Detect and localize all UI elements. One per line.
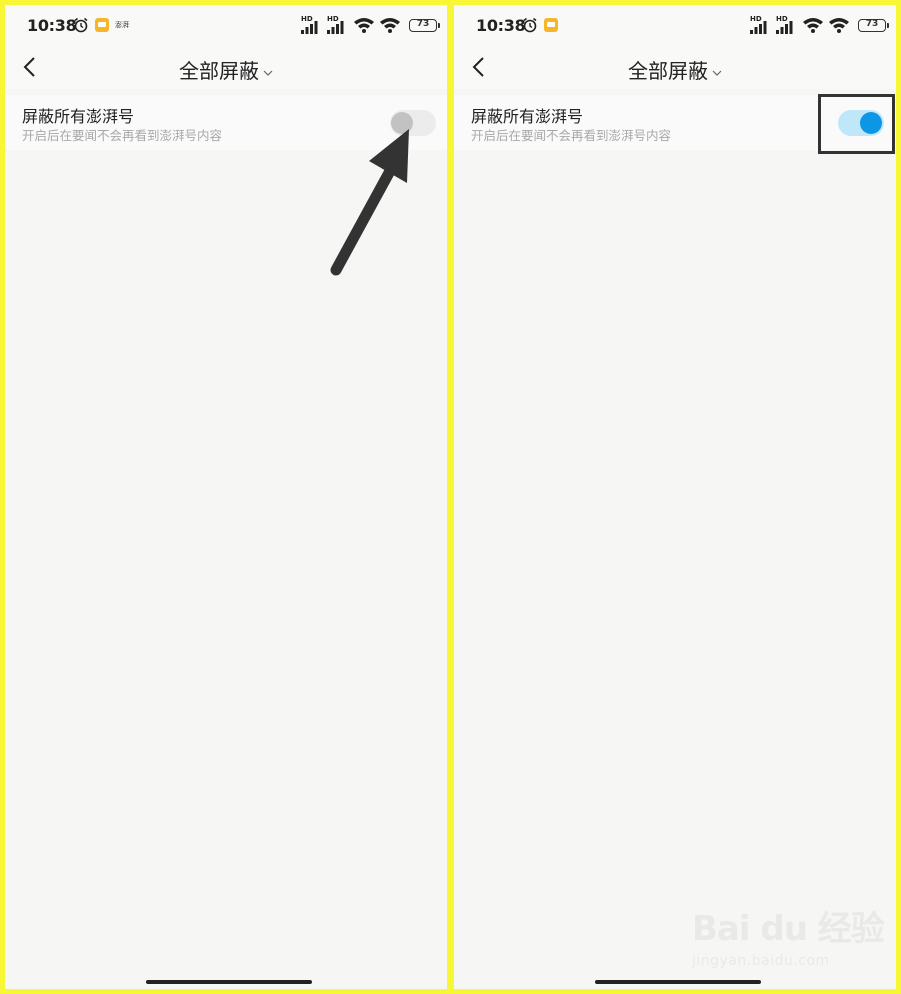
screenshot-panel-after: 10:38 HD HD 73 全部屏蔽 屏蔽所有澎湃号 开启后在要闻不会再看到澎… bbox=[454, 5, 896, 989]
home-indicator[interactable] bbox=[146, 980, 312, 984]
status-bar: 10:38 HD HD 73 bbox=[454, 5, 896, 45]
status-time: 10:38 bbox=[476, 16, 526, 35]
setting-description: 开启后在要闻不会再看到澎湃号内容 bbox=[471, 128, 672, 143]
navigation-bar: 全部屏蔽 bbox=[454, 45, 896, 89]
page-title-dropdown[interactable]: 全部屏蔽 bbox=[454, 55, 896, 84]
setting-title: 屏蔽所有澎湃号 bbox=[471, 107, 584, 126]
watermark-url: jingyan.baidu.com bbox=[692, 953, 830, 969]
app-notification-icon bbox=[544, 18, 558, 32]
watermark-logo: Bai du 经验 bbox=[692, 909, 885, 949]
annotation-highlight-box bbox=[818, 94, 895, 154]
baidu-jingyan-watermark: Bai du 经验 jingyan.baidu.com bbox=[692, 893, 892, 983]
page-title: 全部屏蔽 bbox=[628, 59, 708, 83]
wifi-icon bbox=[803, 18, 823, 33]
cellular-signal-icon: HD bbox=[750, 16, 772, 34]
home-indicator[interactable] bbox=[595, 980, 761, 984]
status-indicators: HD HD 73 bbox=[750, 15, 889, 35]
alarm-clock-icon bbox=[523, 17, 537, 33]
battery-icon: 73 bbox=[858, 18, 889, 32]
wifi-6-icon bbox=[829, 18, 849, 33]
chevron-down-icon bbox=[712, 70, 722, 76]
annotation-arrow-icon bbox=[330, 129, 409, 276]
screenshot-panel-before: 10:38 澎湃 HD HD 73 全部屏蔽 屏蔽所有澎湃号 开启后在要闻不会再… bbox=[5, 5, 447, 989]
battery-level: 73 bbox=[865, 18, 879, 29]
cellular-signal-icon-2: HD bbox=[776, 16, 798, 34]
